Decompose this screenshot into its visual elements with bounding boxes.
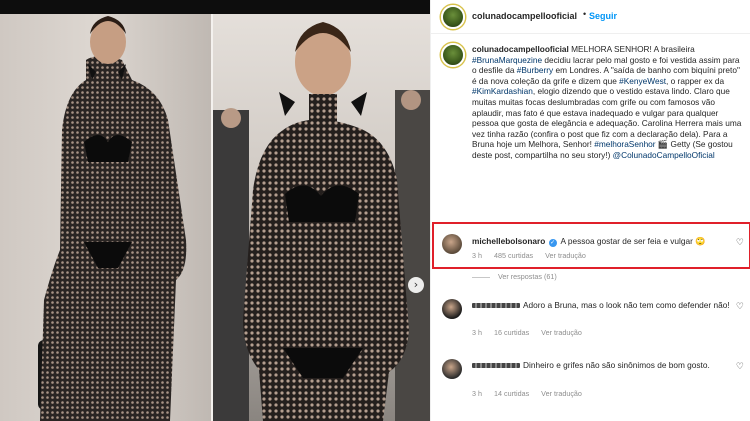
comment-time: 3 h	[472, 328, 482, 337]
comment-time: 3 h	[472, 389, 482, 398]
post-side-panel: colunadocampellooficial • Seguir colunad…	[430, 0, 750, 421]
hashtag-link[interactable]: #KimKardashian	[472, 86, 533, 96]
comment-likes[interactable]: 16 curtidas	[494, 328, 529, 337]
comment-text: Dinheiro e grifes não são sinônimos de b…	[523, 360, 710, 370]
post-header: colunadocampellooficial • Seguir	[431, 0, 750, 34]
heart-icon[interactable]: ♡	[736, 302, 744, 312]
view-replies-label[interactable]: Ver respostas (61)	[498, 272, 557, 281]
caption-username[interactable]: colunadocampellooficial	[472, 44, 569, 54]
caption-segment: , o rapper ex da	[666, 75, 725, 86]
woman-figure-right	[213, 22, 430, 421]
view-replies[interactable]: Ver respostas (61)	[472, 272, 557, 281]
highlight-box	[432, 222, 750, 269]
blurred-username	[472, 363, 520, 369]
media-top-bar	[0, 0, 430, 14]
translate-link[interactable]: Ver tradução	[541, 389, 582, 398]
woman-figure-left	[38, 16, 187, 421]
replies-dash	[472, 276, 490, 278]
caption-segment: MELHORA SENHOR! A brasileira	[571, 44, 695, 54]
chevron-right-icon[interactable]: ›	[408, 277, 424, 293]
comment-meta: 3 h 16 curtidas Ver tradução	[472, 328, 592, 337]
comment-line: Dinheiro e grifes não são sinônimos de b…	[472, 360, 732, 371]
avatar[interactable]	[441, 43, 465, 67]
separator-dot: •	[583, 9, 587, 19]
follow-button[interactable]: Seguir	[589, 11, 617, 21]
post-media: ›	[0, 0, 430, 421]
hashtag-link[interactable]: #Burberry	[517, 65, 553, 75]
comment-likes[interactable]: 14 curtidas	[494, 389, 529, 398]
avatar[interactable]	[441, 5, 465, 29]
photo-left	[0, 0, 213, 421]
hashtag-link[interactable]: @ColunadoCampelloOficial	[613, 150, 715, 160]
comment-line: Adoro a Bruna, mas o look não tem como d…	[472, 300, 732, 311]
hashtag-link[interactable]: #melhoraSenhor	[594, 139, 655, 149]
hashtag-link[interactable]: #KenyeWest	[619, 76, 666, 86]
post-username[interactable]: colunadocampellooficial	[472, 11, 577, 21]
avatar[interactable]	[442, 299, 462, 319]
caption-body: MELHORA SENHOR! A brasileira #BrunaMarqu…	[472, 44, 741, 160]
avatar[interactable]	[442, 359, 462, 379]
photo-right	[213, 0, 430, 421]
blurred-username	[472, 303, 520, 309]
comment-meta: 3 h 14 curtidas Ver tradução	[472, 389, 592, 398]
translate-link[interactable]: Ver tradução	[541, 328, 582, 337]
caption-text: colunadocampellooficial MELHORA SENHOR! …	[472, 44, 744, 161]
hashtag-link[interactable]: #BrunaMarquezine	[472, 55, 542, 65]
heart-icon[interactable]: ♡	[736, 362, 744, 372]
comment-text: Adoro a Bruna, mas o look não tem como d…	[523, 300, 730, 310]
